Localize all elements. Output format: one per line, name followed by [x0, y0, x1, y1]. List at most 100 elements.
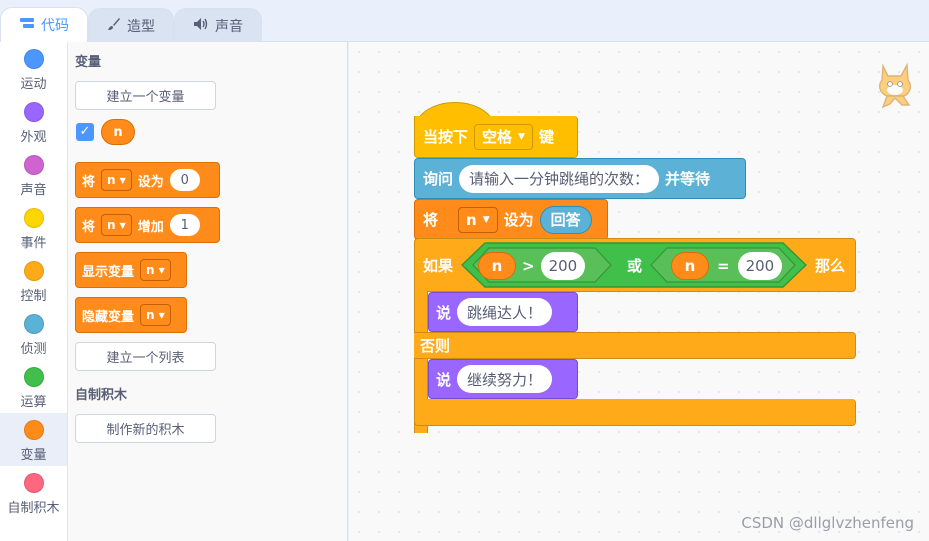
control-color-dot — [23, 261, 44, 281]
answer-reporter[interactable]: 回答 — [539, 205, 592, 234]
category-menu: 运动 外观 声音 事件 控制 侦测 运算 变量 自制积木 — [0, 42, 68, 541]
set-op: 设为 — [503, 211, 534, 229]
change-block-prefix: 将 — [82, 219, 96, 235]
number-input[interactable]: 200 — [540, 252, 586, 280]
caret-down-icon: ▼ — [158, 310, 165, 320]
code-icon — [19, 17, 35, 33]
variable-reporter-n[interactable]: n — [101, 119, 135, 145]
var-n-reporter[interactable]: n — [478, 252, 516, 280]
say-block-1[interactable]: 说 跳绳达人！ — [428, 292, 578, 332]
tab-code[interactable]: 代码 — [0, 7, 88, 42]
set-block-prefix: 将 — [82, 174, 96, 190]
question-input[interactable]: 请输入一分钟跳绳的次数： — [459, 164, 660, 193]
key-dropdown-value: 空格 — [482, 128, 513, 146]
if-else-block[interactable]: 如果 n > 200 或 n = 200 那么 — [414, 238, 856, 292]
change-block-op: 增加 — [137, 219, 164, 235]
equals-operator[interactable]: n = 200 — [671, 252, 783, 280]
category-variables[interactable]: 变量 — [0, 413, 67, 466]
make-variable-button[interactable]: 建立一个变量 — [75, 81, 216, 110]
eq-symbol: = — [717, 257, 730, 275]
sprite-cat-icon — [873, 60, 917, 112]
sensing-color-dot — [23, 314, 44, 334]
set-prefix: 将 — [423, 211, 439, 229]
tab-sounds[interactable]: 声音 — [174, 8, 262, 43]
variable-monitor-checkbox[interactable]: ✓ — [76, 123, 94, 141]
ask-label: 询问 — [423, 170, 454, 188]
make-list-button[interactable]: 建立一个列表 — [75, 342, 216, 371]
category-myblocks[interactable]: 自制积木 — [0, 466, 67, 519]
greater-than-operator[interactable]: n > 200 — [478, 252, 586, 280]
else-section[interactable]: 否则 — [414, 332, 856, 359]
show-variable-block[interactable]: 显示变量 n ▼ — [75, 252, 187, 288]
say-label: 说 — [436, 303, 452, 322]
tab-costumes-label: 造型 — [127, 19, 155, 35]
operators-color-dot — [23, 367, 44, 387]
category-operators[interactable]: 运算 — [0, 360, 67, 413]
dropdown-value: n — [107, 173, 116, 187]
caret-down-icon: ▼ — [119, 175, 126, 185]
say-text-input[interactable]: 继续努力！ — [457, 365, 553, 393]
show-block-label: 显示变量 — [82, 264, 135, 280]
tab-costumes[interactable]: 造型 — [88, 8, 174, 43]
say-label: 说 — [436, 370, 452, 389]
hide-block-label: 隐藏变量 — [82, 309, 135, 325]
if-label: 如果 — [423, 256, 454, 275]
events-color-dot — [23, 208, 44, 228]
category-motion[interactable]: 运动 — [0, 42, 67, 95]
var-n-reporter[interactable]: n — [671, 252, 709, 280]
then-label: 那么 — [815, 257, 846, 275]
category-sensing[interactable]: 侦测 — [0, 307, 67, 360]
variable-dropdown[interactable]: n ▼ — [101, 169, 132, 191]
say-text-input[interactable]: 跳绳达人！ — [457, 298, 553, 326]
category-label: 侦测 — [20, 342, 47, 357]
key-dropdown[interactable]: 空格 ▼ — [474, 123, 533, 150]
category-events[interactable]: 事件 — [0, 201, 67, 254]
category-label: 变量 — [20, 448, 47, 463]
hide-variable-block[interactable]: 隐藏变量 n ▼ — [75, 297, 187, 333]
dropdown-value: n — [146, 308, 155, 322]
dropdown-value: n — [107, 218, 116, 232]
category-sound[interactable]: 声音 — [0, 148, 67, 201]
block-palette: 变量 建立一个变量 ✓ n 将 n ▼ 设为 0 将 n ▼ 增加 1 显示变量 n… — [68, 42, 348, 541]
category-label: 运动 — [20, 77, 47, 92]
category-label: 外观 — [20, 130, 47, 145]
ask-and-wait-block[interactable]: 询问 请输入一分钟跳绳的次数： 并等待 — [414, 158, 746, 199]
when-key-label: 当按下 — [423, 128, 469, 146]
tab-code-label: 代码 — [41, 18, 69, 34]
script-area[interactable]: 当按下 空格 ▼ 键 询问 请输入一分钟跳绳的次数： 并等待 将 n ▼ 设为 回答… — [349, 42, 929, 541]
caret-down-icon: ▼ — [158, 265, 165, 275]
make-block-button[interactable]: 制作新的积木 — [75, 414, 216, 443]
value-input[interactable]: 0 — [169, 169, 200, 191]
motion-color-dot — [23, 49, 44, 69]
when-key-pressed-block[interactable]: 当按下 空格 ▼ 键 — [414, 116, 578, 158]
editor-tab-bar: 代码 造型 声音 — [0, 0, 929, 43]
sound-color-dot — [23, 155, 44, 175]
category-label: 运算 — [20, 395, 47, 410]
say-block-2[interactable]: 说 继续努力！ — [428, 359, 578, 399]
set-block-op: 设为 — [137, 174, 164, 190]
gt-symbol: > — [522, 257, 535, 275]
variable-dropdown[interactable]: n ▼ — [140, 304, 171, 326]
myblocks-section-title: 自制积木 — [75, 388, 128, 403]
looks-color-dot — [23, 102, 44, 122]
number-input[interactable]: 200 — [737, 252, 783, 280]
category-control[interactable]: 控制 — [0, 254, 67, 307]
set-variable-to-answer-block[interactable]: 将 n ▼ 设为 回答 — [414, 199, 608, 240]
variables-color-dot — [23, 420, 44, 440]
variables-section-title: 变量 — [75, 55, 102, 70]
or-label: 或 — [627, 257, 643, 275]
variable-dropdown[interactable]: n ▼ — [458, 206, 498, 233]
change-variable-block[interactable]: 将 n ▼ 增加 1 — [75, 207, 220, 243]
caret-down-icon: ▼ — [518, 131, 525, 142]
myblocks-color-dot — [23, 473, 44, 493]
caret-down-icon: ▼ — [482, 214, 490, 225]
value-input[interactable]: 1 — [169, 214, 200, 236]
else-label: 否则 — [420, 337, 451, 355]
category-label: 事件 — [20, 236, 47, 251]
set-variable-block[interactable]: 将 n ▼ 设为 0 — [75, 162, 220, 198]
watermark-text: CSDN @dllglvzhenfeng — [741, 514, 914, 532]
variable-dropdown[interactable]: n ▼ — [140, 259, 171, 281]
category-label: 控制 — [20, 289, 47, 304]
variable-dropdown[interactable]: n ▼ — [101, 214, 132, 236]
category-looks[interactable]: 外观 — [0, 95, 67, 148]
